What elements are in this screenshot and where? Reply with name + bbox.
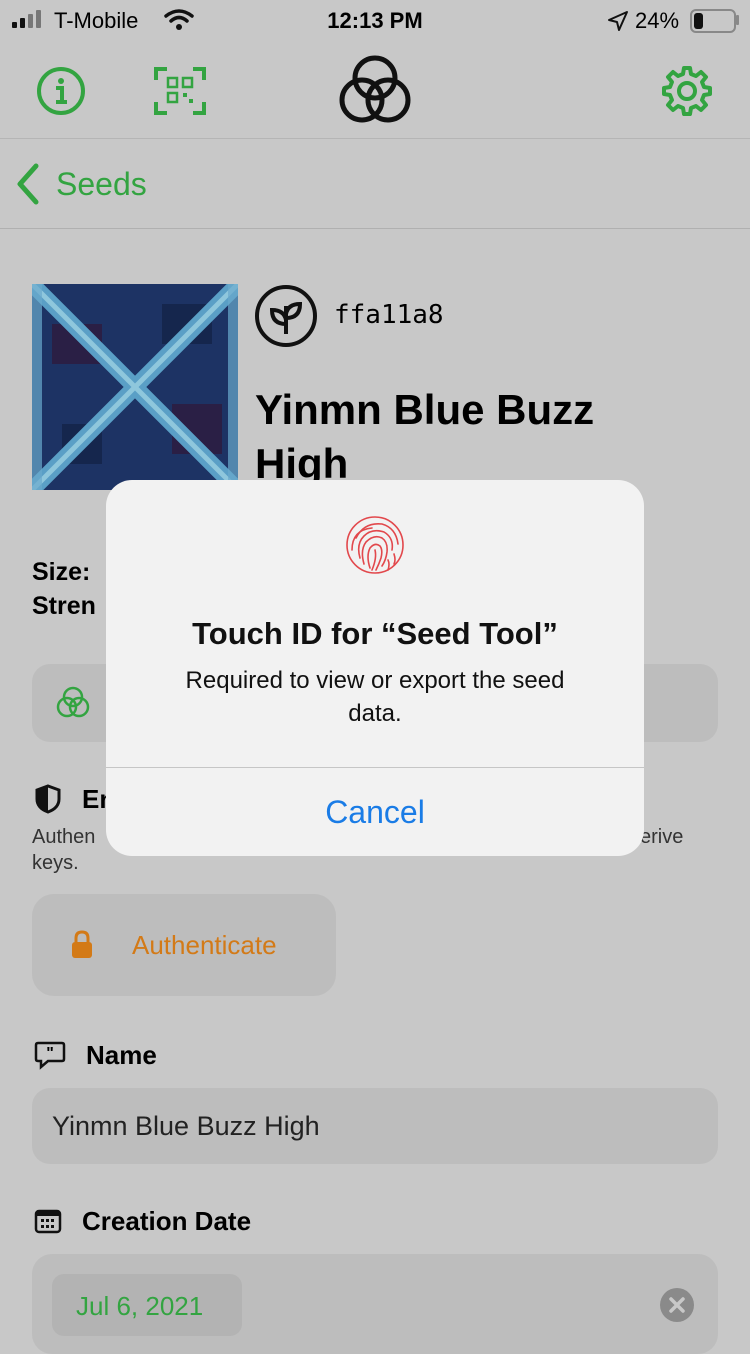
cancel-button[interactable]: Cancel xyxy=(106,768,644,856)
qr-scan-icon xyxy=(154,67,206,115)
authenticate-button[interactable]: Authenticate xyxy=(32,894,336,996)
status-bar: T-Mobile 12:13 PM 24% xyxy=(0,0,750,40)
battery-cap xyxy=(736,15,739,25)
encrypted-desc-end: erive xyxy=(640,826,684,848)
seed-lifehash-image xyxy=(26,278,244,496)
name-field-value: Yinmn Blue Buzz High xyxy=(52,1111,320,1141)
strength-label: Stren xyxy=(32,592,96,620)
battery-percent: 24% xyxy=(635,8,680,33)
back-label: Seeds xyxy=(56,165,147,202)
gear-icon xyxy=(662,66,712,116)
seed-name-line1: Yinmn Blue Buzz xyxy=(255,386,595,433)
toolbar-divider xyxy=(0,138,750,139)
creation-date-heading: Creation Date xyxy=(82,1206,252,1236)
location-arrow-icon xyxy=(608,11,628,31)
nav-divider xyxy=(0,228,750,229)
settings-button[interactable] xyxy=(660,64,714,118)
lock-icon xyxy=(72,930,92,958)
dialog-message: Required to view or export the seed data… xyxy=(185,667,565,727)
creation-date-field: Jul 6, 2021 xyxy=(32,1254,718,1354)
encrypted-desc-line2: keys. xyxy=(32,852,79,874)
calendar-icon xyxy=(34,1209,62,1234)
seed-leaf-badge xyxy=(254,284,318,348)
shield-icon xyxy=(35,784,61,814)
info-circle-icon xyxy=(37,67,85,115)
encrypted-desc-start: Authen xyxy=(32,826,96,848)
battery-icon xyxy=(690,9,736,33)
svg-text:": " xyxy=(46,1045,54,1062)
seed-tool-logo-icon xyxy=(339,55,411,123)
seed-fingerprint: ffa11a8 xyxy=(334,300,444,330)
seed-tool-logo-icon xyxy=(56,686,90,718)
fingerprint-icon xyxy=(346,516,404,574)
date-value: Jul 6, 2021 xyxy=(76,1291,204,1321)
authenticate-label: Authenticate xyxy=(132,930,277,960)
clear-date-button[interactable] xyxy=(660,1288,694,1322)
seed-tool-logo xyxy=(338,54,412,126)
close-icon xyxy=(669,1297,685,1313)
leaf-icon xyxy=(255,285,317,347)
size-label: Size: xyxy=(32,558,91,586)
info-button[interactable] xyxy=(36,66,86,116)
dialog-title: Touch ID for “Seed Tool” xyxy=(192,616,558,651)
chevron-left-icon xyxy=(17,163,39,205)
battery-fill xyxy=(694,13,703,29)
back-button[interactable]: Seeds xyxy=(14,160,147,208)
touch-id-dialog: Touch ID for “Seed Tool” Required to vie… xyxy=(106,480,644,856)
date-picker-button[interactable]: Jul 6, 2021 xyxy=(52,1274,242,1336)
name-heading: Name xyxy=(86,1040,157,1070)
scan-button[interactable] xyxy=(154,66,206,116)
name-field[interactable]: Yinmn Blue Buzz High xyxy=(32,1088,718,1164)
speech-bubble-icon: " xyxy=(34,1041,66,1070)
